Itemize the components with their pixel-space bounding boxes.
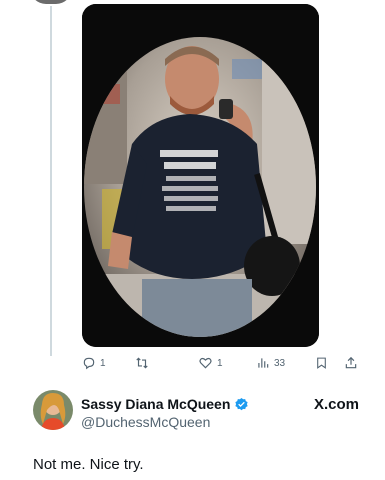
bookmark-button[interactable] [315, 352, 328, 374]
views-button[interactable]: 33 [256, 352, 285, 374]
reply-author-avatar[interactable] [33, 390, 73, 430]
bookmark-icon [317, 357, 326, 369]
reply-tweet-text: Not me. Nice try. [33, 456, 144, 473]
views-count: 33 [274, 357, 286, 369]
reply-author-name[interactable]: Sassy Diana McQueen [81, 396, 230, 412]
reply-author-name-row: Sassy Diana McQueen [81, 396, 249, 412]
x-logo[interactable]: X.com [314, 396, 359, 413]
retweet-icon [136, 357, 148, 369]
like-icon [199, 357, 212, 369]
tweet-media-image[interactable] [82, 4, 319, 347]
x-logo-text: X.com [313, 396, 359, 413]
retweet-button[interactable] [134, 352, 154, 374]
thread-connector-line [50, 6, 52, 356]
reply-count: 1 [100, 357, 106, 369]
reply-author-handle[interactable]: @DuchessMcQueen [81, 414, 210, 430]
like-button[interactable]: 1 [198, 352, 223, 374]
share-icon [345, 356, 357, 369]
reply-icon [83, 357, 95, 370]
views-icon [258, 358, 269, 368]
tweet-action-bar: 1 1 33 [82, 352, 370, 374]
verified-badge-icon [235, 397, 249, 410]
reply-button[interactable]: 1 [82, 352, 106, 374]
previous-author-avatar[interactable] [30, 0, 72, 4]
like-count: 1 [217, 357, 223, 369]
share-button[interactable] [344, 352, 358, 374]
reply-author-row: Sassy Diana McQueen @DuchessMcQueen X.co… [33, 390, 373, 436]
